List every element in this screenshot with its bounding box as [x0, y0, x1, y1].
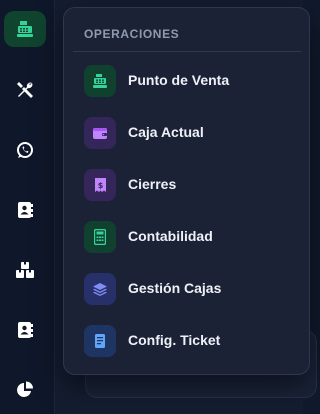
operaciones-flyout-menu: OPERACIONES Punto de Venta Caja Actual $… — [63, 7, 310, 375]
menu-item-caja-actual[interactable]: Caja Actual — [73, 111, 301, 155]
sidebar — [0, 0, 55, 414]
cash-register-icon — [17, 21, 33, 37]
calculator-icon — [84, 221, 116, 253]
sidebar-item-contactos[interactable] — [4, 192, 46, 228]
pie-chart-icon — [17, 381, 33, 397]
layers-icon — [84, 273, 116, 305]
menu-item-label: Cierres — [128, 176, 177, 192]
sidebar-item-punto-de-venta[interactable] — [4, 11, 46, 47]
address-book-icon — [18, 322, 33, 338]
ticket-icon — [84, 325, 116, 357]
menu-item-config-ticket[interactable]: Config. Ticket — [73, 319, 301, 363]
sidebar-item-herramientas[interactable] — [4, 72, 46, 108]
sidebar-item-inventario[interactable] — [4, 252, 46, 288]
menu-item-cierres[interactable]: $ Cierres — [73, 163, 301, 207]
contacts-icon — [18, 202, 33, 218]
menu-item-label: Contabilidad — [128, 228, 213, 244]
svg-text:$: $ — [97, 181, 103, 190]
whatsapp-icon — [17, 142, 33, 158]
menu-item-contabilidad[interactable]: Contabilidad — [73, 215, 301, 259]
menu-item-gestion-cajas[interactable]: Gestión Cajas — [73, 267, 301, 311]
sidebar-item-agenda[interactable] — [4, 312, 46, 348]
cash-register-icon — [84, 65, 116, 97]
menu-item-punto-de-venta[interactable]: Punto de Venta — [73, 59, 301, 103]
menu-item-label: Punto de Venta — [128, 72, 230, 88]
flyout-header: OPERACIONES — [84, 27, 180, 41]
boxes-icon — [16, 262, 34, 278]
tools-icon — [17, 82, 33, 98]
menu-item-label: Caja Actual — [128, 124, 204, 140]
receipt-icon: $ — [84, 169, 116, 201]
wallet-icon — [84, 117, 116, 149]
menu-item-label: Config. Ticket — [128, 332, 221, 348]
sidebar-item-reportes[interactable] — [4, 372, 46, 408]
divider — [73, 51, 301, 52]
menu-item-label: Gestión Cajas — [128, 280, 222, 296]
sidebar-item-whatsapp[interactable] — [4, 132, 46, 168]
